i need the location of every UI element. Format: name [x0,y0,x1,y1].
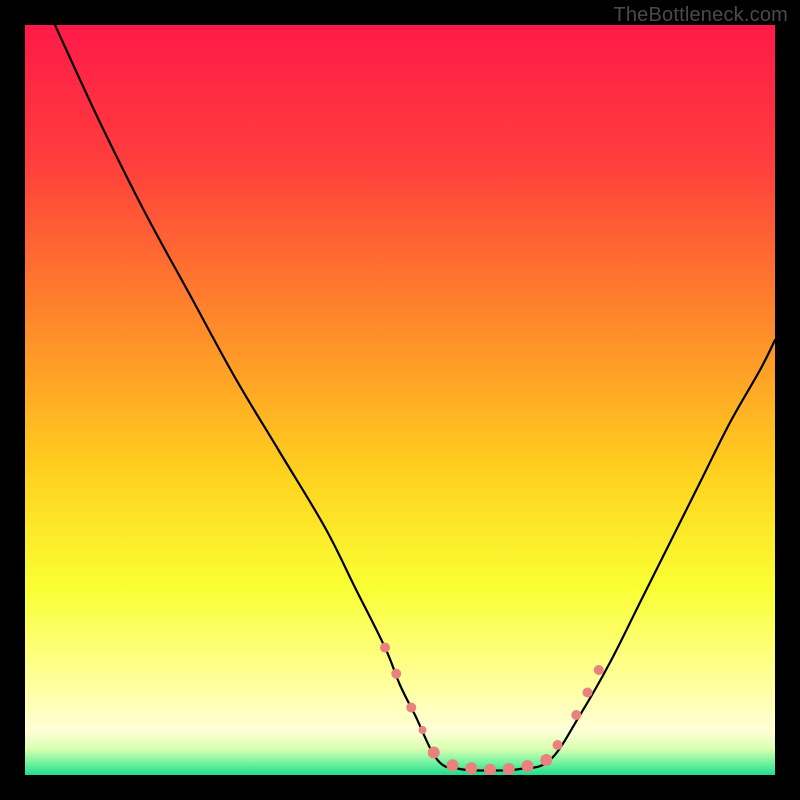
gradient-background [25,25,775,775]
marker-dot [522,760,534,772]
marker-dot [571,710,581,720]
marker-dot [406,703,416,713]
marker-dot [583,688,593,698]
marker-dot [447,759,459,771]
outer-frame: TheBottleneck.com [0,0,800,800]
marker-dot [419,726,427,734]
watermark-text: TheBottleneck.com [613,4,788,27]
marker-dot [465,762,477,774]
marker-dot [391,669,401,679]
marker-dot [428,747,440,759]
marker-dot [503,763,515,775]
marker-dot [553,740,563,750]
marker-dot [380,643,390,653]
chart-svg [25,25,775,775]
marker-dot [540,754,552,766]
marker-dot [594,665,604,675]
